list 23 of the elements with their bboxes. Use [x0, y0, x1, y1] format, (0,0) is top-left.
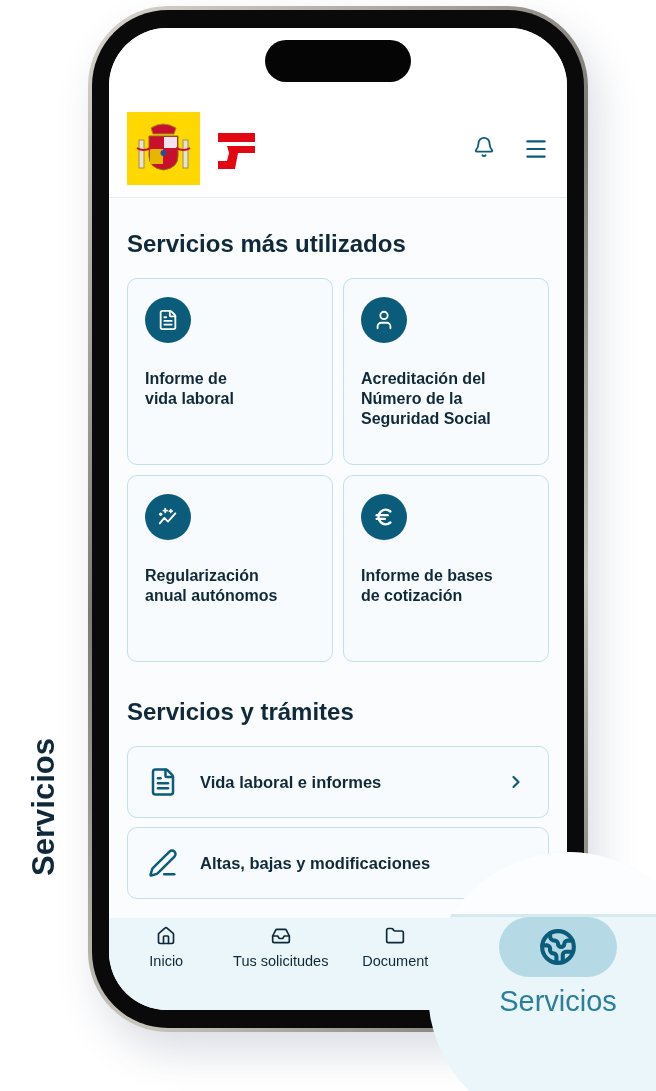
service-card[interactable]: Acreditación del Número de la Seguridad Social — [343, 278, 549, 465]
brand-logo — [218, 133, 255, 169]
notifications-button[interactable] — [473, 136, 495, 158]
nav-tab[interactable]: Tus solicitudes — [233, 918, 329, 969]
service-card[interactable]: Informe de bases de cotización — [343, 475, 549, 662]
pen-icon — [148, 848, 178, 878]
service-card[interactable]: Regularización anual autónomos — [127, 475, 333, 662]
inbox-icon — [270, 926, 291, 946]
home-icon — [156, 926, 177, 946]
section-title: Servicios más utilizados — [127, 230, 407, 258]
tab-label: Servicios — [499, 985, 617, 1018]
folder-icon — [385, 926, 406, 946]
procedure-item[interactable]: Altas, bajas y modificaciones — [127, 827, 549, 899]
nav-tab[interactable]: Servicios — [499, 917, 617, 1018]
procedure-item[interactable]: Vida laboral e informes — [127, 746, 549, 818]
section-title: Servicios y trámites — [127, 698, 355, 726]
page-caption: Servicios — [26, 738, 62, 876]
document-icon — [157, 309, 179, 331]
euro-icon — [373, 506, 395, 528]
service-card[interactable]: Informe de vida laboral — [127, 278, 333, 465]
nav-tab[interactable]: Inicio — [149, 918, 184, 969]
nav-tab[interactable]: Document — [362, 918, 429, 969]
globe-icon — [539, 928, 577, 966]
